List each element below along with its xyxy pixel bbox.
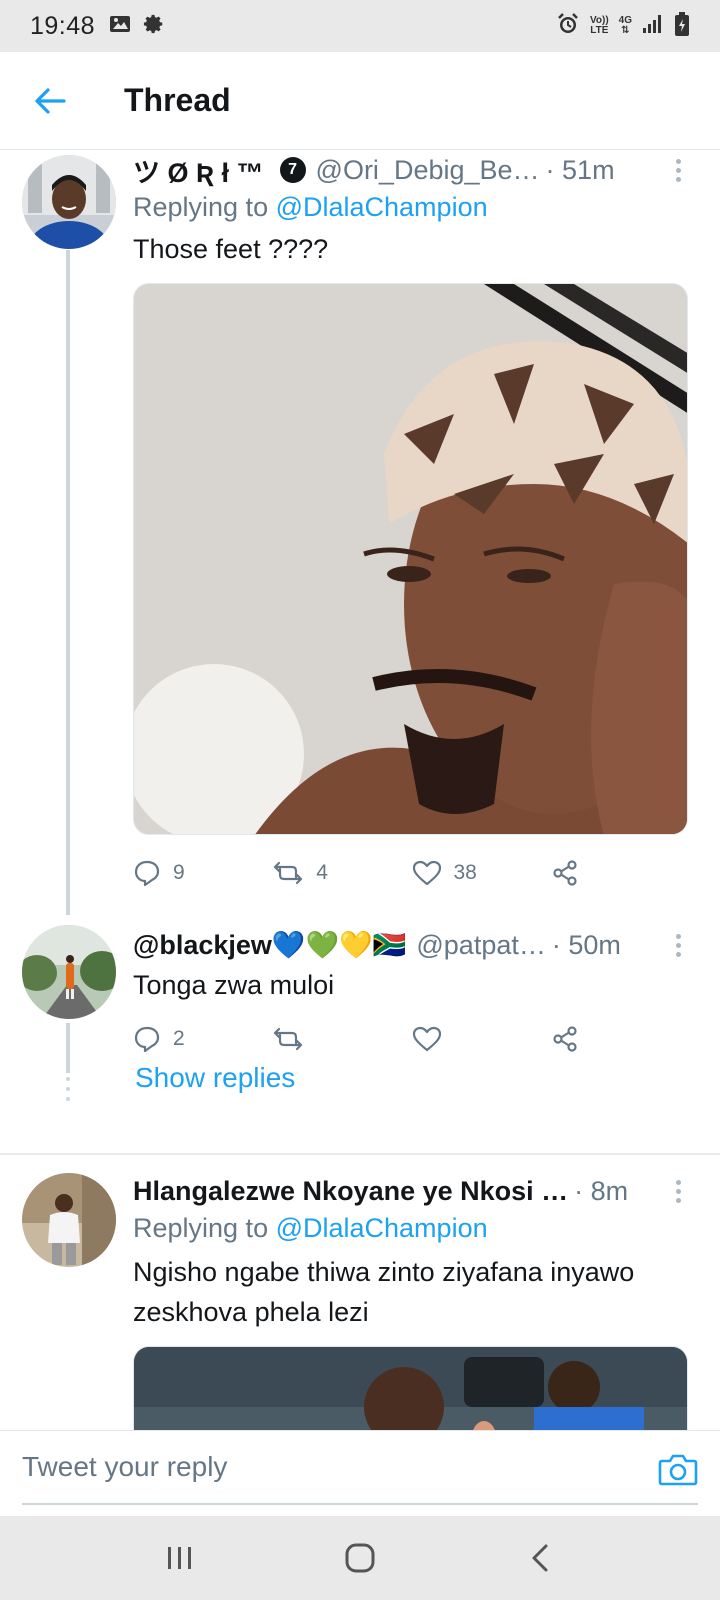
page-title: Thread: [124, 82, 231, 118]
share-button[interactable]: [551, 1025, 690, 1053]
author-name[interactable]: ツ Ø Ʀ ł ™: [133, 151, 264, 190]
tweet-image[interactable]: [133, 283, 688, 835]
author-name[interactable]: @blackjew💙💚💛🇿🇦: [133, 929, 406, 961]
battery-icon: [674, 11, 690, 42]
tweet-text: Ngisho ngabe thiwa zinto ziyafana inyawo…: [133, 1257, 635, 1327]
thread-line: [66, 1023, 70, 1073]
tweet[interactable]: Hlangalezwe Nkoyane ye Nkosi … · 8m Repl…: [0, 1155, 720, 1430]
top-app-bar: Thread: [0, 52, 720, 150]
retweet-button[interactable]: 4: [272, 859, 411, 887]
recents-icon: [168, 1547, 191, 1569]
heart-icon: [412, 860, 441, 886]
badge: 7: [279, 157, 306, 183]
author-handle[interactable]: @patpat…: [416, 930, 545, 961]
camera-button[interactable]: [658, 1451, 698, 1487]
thread-feed[interactable]: ツ Ø Ʀ ł ™ 7 @Ori_Debig_Be… · 51m Replyin…: [0, 150, 720, 1430]
avatar[interactable]: [22, 155, 116, 249]
more-options-icon[interactable]: [666, 1179, 690, 1203]
tweet-actions: 2: [133, 1019, 690, 1059]
reply-button[interactable]: 9: [133, 859, 272, 887]
replying-to-link[interactable]: @DlalaChampion: [276, 192, 488, 222]
author-handle[interactable]: @Ori_Debig_Be…: [316, 155, 540, 186]
more-options-icon[interactable]: [666, 158, 690, 182]
thread-line: [66, 250, 70, 915]
reply-button[interactable]: 2: [133, 1025, 272, 1053]
tweet[interactable]: @blackjew💙💚💛🇿🇦 @patpat… · 50m Tonga zwa …: [0, 915, 720, 1135]
avatar[interactable]: [22, 1173, 116, 1267]
volte-icon: Vo)) LTE: [590, 16, 609, 36]
retweet-icon: [274, 1027, 303, 1051]
reply-placeholder: Tweet your reply: [22, 1451, 228, 1482]
tweet-text: Tonga zwa muloi: [133, 970, 335, 1000]
system-navigation-bar: [0, 1516, 720, 1600]
timestamp: · 50m: [551, 929, 621, 960]
alarm-icon: [556, 12, 580, 41]
reply-icon: [134, 1026, 160, 1053]
retweet-count: 4: [316, 861, 328, 884]
tweet-actions: 9 4 38: [133, 853, 690, 893]
home-icon: [345, 1543, 375, 1573]
replying-prefix: Replying to: [133, 1213, 276, 1243]
like-button[interactable]: 38: [412, 859, 551, 887]
share-icon: [553, 1026, 577, 1052]
replying-to: Replying to @DlalaChampion: [133, 1213, 690, 1244]
gear-icon: [143, 13, 165, 40]
retweet-button[interactable]: [272, 1025, 411, 1053]
4g-icon: 4G ⇅: [618, 15, 632, 36]
signal-icon: [642, 14, 664, 39]
replying-prefix: Replying to: [133, 192, 276, 222]
replying-to-link[interactable]: @DlalaChampion: [276, 1213, 488, 1243]
share-icon: [553, 860, 577, 886]
tweet-text: Those feet ????: [133, 234, 329, 264]
share-button[interactable]: [551, 859, 690, 887]
reply-icon: [134, 860, 160, 887]
more-options-icon[interactable]: [666, 933, 690, 957]
volte-bottom-label: LTE: [590, 25, 609, 36]
camera-icon: [658, 1454, 698, 1486]
image-icon: [109, 14, 131, 39]
like-button[interactable]: [412, 1025, 551, 1053]
status-time: 19:48: [30, 11, 96, 40]
status-bar: 19:48 Vo)) LTE 4G ⇅: [0, 0, 720, 52]
back-icon: [532, 1544, 548, 1572]
arrow-left-icon: [35, 87, 66, 114]
show-replies-link[interactable]: Show replies: [135, 1062, 295, 1094]
reply-input[interactable]: Tweet your reply: [22, 1431, 698, 1505]
reply-composer: Tweet your reply: [0, 1430, 720, 1516]
home-button[interactable]: [330, 1528, 390, 1588]
timestamp: · 51m: [545, 154, 615, 185]
avatar[interactable]: [22, 925, 116, 1019]
thread-dots: [66, 1077, 70, 1107]
recents-button[interactable]: [150, 1528, 210, 1588]
system-back-button[interactable]: [510, 1528, 570, 1588]
reply-count: 2: [173, 1027, 185, 1050]
like-count: 38: [453, 861, 477, 884]
retweet-icon: [274, 861, 303, 885]
reply-count: 9: [173, 861, 185, 884]
author-name[interactable]: Hlangalezwe Nkoyane ye Nkosi …: [133, 1176, 568, 1207]
back-button[interactable]: [0, 52, 100, 150]
heart-icon: [412, 1026, 441, 1052]
tweet[interactable]: ツ Ø Ʀ ł ™ 7 @Ori_Debig_Be… · 51m Replyin…: [0, 150, 720, 915]
tweet-image[interactable]: [133, 1346, 688, 1430]
timestamp: · 8m: [574, 1175, 629, 1206]
replying-to: Replying to @DlalaChampion: [133, 192, 690, 223]
